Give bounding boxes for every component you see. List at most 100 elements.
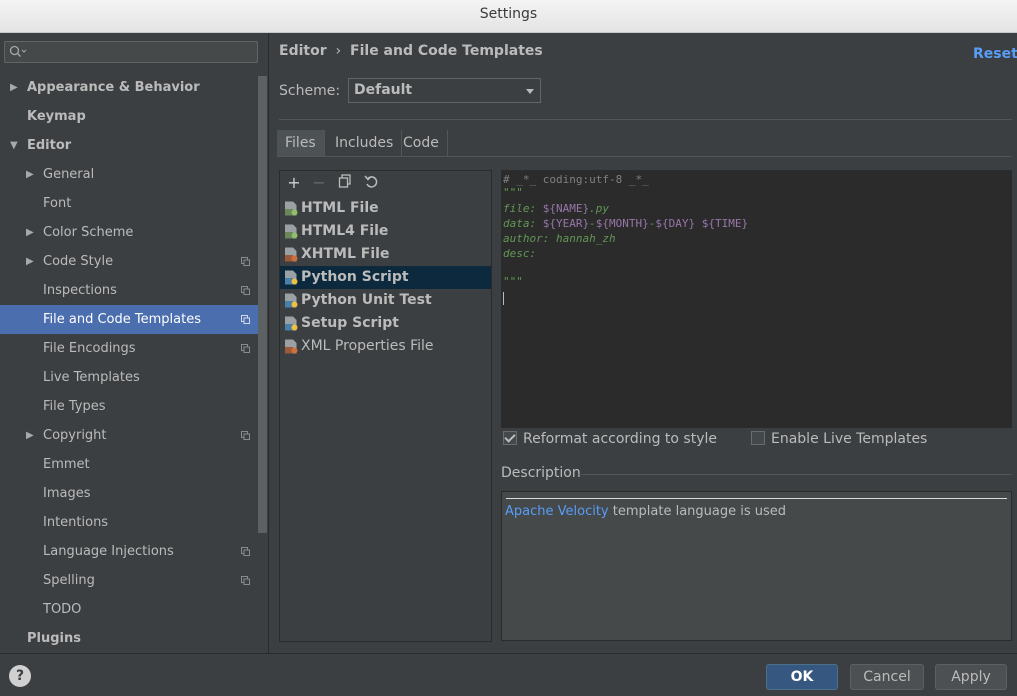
sidebar-item-file-encodings[interactable]: File Encodings [0,334,258,363]
scheme-value: Default [354,82,413,98]
sidebar-item-label: General [43,167,95,182]
chevron-right-icon[interactable]: ▶ [10,73,20,102]
chevron-right-icon[interactable]: ▶ [26,218,36,247]
code-data-key: data: [503,217,543,230]
project-scope-icon [241,257,250,266]
code-line-8: """ [503,275,523,288]
text-cursor [503,292,504,305]
title-bar: Settings [0,0,1017,33]
breadcrumb-separator: › [335,43,342,59]
sidebar-item-plugins[interactable]: Plugins [0,624,258,653]
sidebar-item-label: Font [43,196,72,211]
tab-files[interactable]: Files [277,130,325,156]
sidebar-item-file-and-code-templates[interactable]: File and Code Templates [0,305,258,334]
project-scope-icon [241,431,250,440]
apache-velocity-link[interactable]: Apache Velocity [505,504,609,519]
window-title: Settings [479,6,538,22]
sidebar-item-label: TODO [43,602,82,617]
sidebar-item-label: Keymap [27,109,86,124]
reset-link[interactable]: Reset [973,46,1017,62]
chevron-right-icon[interactable]: ▶ [26,421,36,450]
python-file-icon [285,293,298,308]
description-box: Apache Velocity template language is use… [501,491,1012,641]
settings-sidebar: ▶ Appearance & Behavior Keymap ▼ Editor ▶ Gene… [0,33,269,653]
cancel-button[interactable]: Cancel [850,664,924,690]
breadcrumb-parent: Editor [279,43,327,59]
project-scope-icon [241,547,250,556]
sidebar-item-intentions[interactable]: Intentions [0,508,258,537]
sidebar-item-spelling[interactable]: Spelling [0,566,258,595]
sidebar-item-label: Color Scheme [43,225,134,240]
sidebar-item-copyright[interactable]: ▶ Copyright [0,421,258,450]
sidebar-item-color-scheme[interactable]: ▶ Color Scheme [0,218,258,247]
xhtml-file-icon [285,247,298,262]
sidebar-item-editor[interactable]: ▼ Editor [0,131,258,160]
sidebar-item-general[interactable]: ▶ General [0,160,258,189]
code-line-4: data: ${YEAR}-${MONTH}-${DAY} ${TIME} [503,217,748,230]
live-templates-checkbox[interactable]: Enable Live Templates [751,431,927,447]
checkbox-checked-icon [503,431,517,445]
project-scope-icon [241,315,250,324]
sidebar-item-todo[interactable]: TODO [0,595,258,624]
template-code-editor[interactable]: # _*_ coding:utf-8 _*_ """ file: ${NAME}… [501,170,1012,428]
sidebar-item-inspections[interactable]: Inspections [0,276,258,305]
sidebar-item-appearance-behavior[interactable]: ▶ Appearance & Behavior [0,73,258,102]
template-item-python-script[interactable]: Python Script [280,266,491,289]
ok-button[interactable]: OK [766,664,838,690]
template-item-label: HTML File [301,200,379,216]
reset-icon[interactable] [362,174,380,192]
search-icon [9,45,27,57]
template-item-python-unit-test[interactable]: Python Unit Test [280,289,491,312]
sidebar-item-images[interactable]: Images [0,479,258,508]
chevron-down-icon[interactable]: ▼ [10,131,20,160]
code-file-key: file: [503,202,543,215]
scheme-select[interactable]: Default [348,78,541,103]
project-scope-icon [241,286,250,295]
sidebar-scrollbar[interactable] [258,76,267,533]
help-icon[interactable]: ? [9,665,31,687]
python-file-icon [285,316,298,331]
sidebar-item-emmet[interactable]: Emmet [0,450,258,479]
template-item-label: Python Unit Test [301,292,432,308]
template-toolbar: + − [280,171,491,196]
code-time-var: ${TIME} [701,217,749,230]
sidebar-item-label: Plugins [27,631,81,646]
template-item-html4-file[interactable]: HTML4 File [280,220,491,243]
reformat-label: Reformat according to style [523,431,717,447]
sidebar-item-label: Intentions [43,515,109,530]
template-item-xml-properties-file[interactable]: XML Properties File [280,335,491,358]
tab-includes[interactable]: Includes [327,130,403,156]
copy-icon[interactable] [336,174,354,192]
html-file-icon [285,201,298,216]
add-icon[interactable]: + [285,174,303,192]
description-body: template language is used [608,504,787,519]
tab-code[interactable]: Code [395,130,448,156]
sidebar-item-language-injections[interactable]: Language Injections [0,537,258,566]
code-year-var: ${YEAR} [542,217,590,230]
reformat-checkbox[interactable]: Reformat according to style [503,431,717,447]
template-item-label: Python Script [301,269,409,285]
scheme-label: Scheme: [279,83,341,99]
description-text: Apache Velocity template language is use… [505,504,786,519]
chevron-right-icon[interactable]: ▶ [26,247,36,276]
code-dash: - [589,217,596,230]
chevron-down-icon [526,89,534,94]
chevron-right-icon[interactable]: ▶ [26,160,36,189]
content-panel: Editor › File and Code Templates Reset S… [269,33,1017,653]
template-item-xhtml-file[interactable]: XHTML File [280,243,491,266]
sidebar-item-live-templates[interactable]: Live Templates [0,363,258,392]
divider [579,474,1012,475]
sidebar-item-keymap[interactable]: Keymap [0,102,258,131]
sidebar-item-file-types[interactable]: File Types [0,392,258,421]
sidebar-item-code-style[interactable]: ▶ Code Style [0,247,258,276]
code-file-ext: .py [589,202,609,215]
sidebar-item-font[interactable]: Font [0,189,258,218]
template-item-setup-script[interactable]: Setup Script [280,312,491,335]
sidebar-item-label: Live Templates [43,370,140,385]
search-input[interactable] [4,41,258,63]
template-item-html-file[interactable]: HTML File [280,197,491,220]
remove-icon[interactable]: − [310,174,328,192]
sidebar-item-label: Emmet [43,457,90,472]
apply-button[interactable]: Apply [935,664,1007,690]
divider [279,119,1012,120]
